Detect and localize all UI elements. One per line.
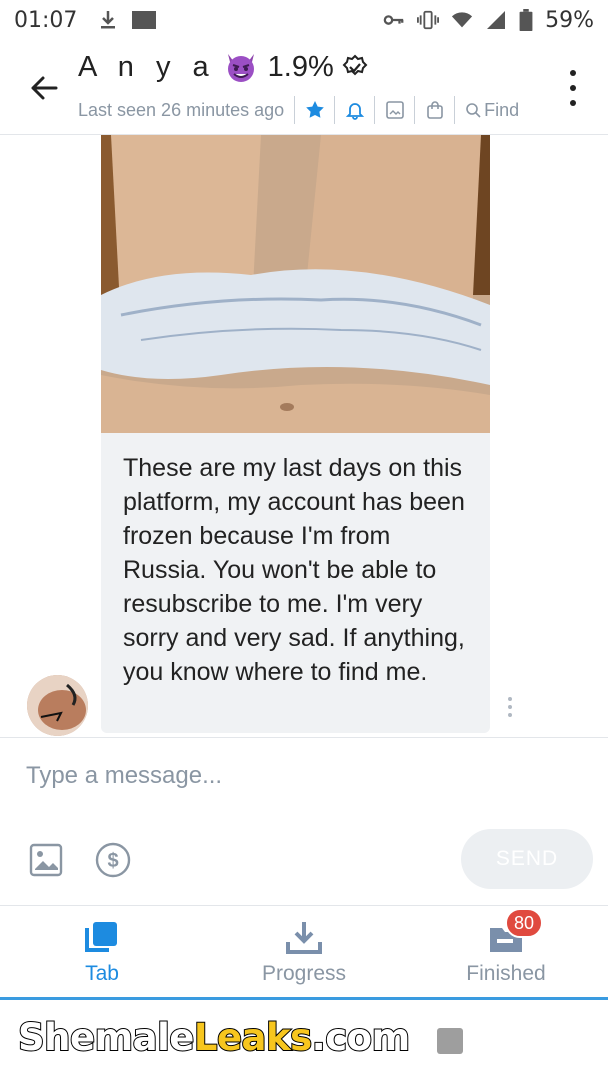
photo-image	[101, 135, 490, 433]
tab-label: Progress	[261, 962, 347, 985]
dot-icon	[570, 100, 576, 106]
folder-icon: 80	[487, 908, 543, 956]
tab-tab[interactable]: Tab	[2, 906, 202, 998]
message-input[interactable]	[26, 752, 566, 800]
vibrate-icon	[417, 10, 440, 30]
tab-label: Finished	[466, 962, 546, 985]
recents-nav-icon[interactable]	[437, 1028, 463, 1054]
purchases-button[interactable]	[414, 96, 454, 124]
message-composer: $ SEND	[0, 737, 608, 905]
chat-area[interactable]: These are my last days on this platform,…	[0, 135, 608, 737]
contact-name[interactable]: A n y a	[78, 51, 216, 84]
bottom-tab-bar: Tab Progress 80 Finished	[0, 905, 608, 1000]
send-button[interactable]: SEND	[461, 829, 593, 889]
notification-status-icon	[132, 11, 157, 29]
favorite-button[interactable]	[294, 96, 334, 124]
verified-badge-icon	[342, 54, 368, 76]
download-icon	[286, 922, 322, 954]
tabs-icon	[85, 922, 117, 952]
signal-icon	[487, 11, 506, 29]
status-bar: 01:07 59%	[0, 0, 608, 40]
percent-label: 1.9%	[267, 50, 334, 83]
tab-label: Tab	[85, 962, 119, 985]
star-icon	[305, 101, 324, 118]
dot-icon	[508, 713, 512, 717]
notifications-button[interactable]	[334, 96, 374, 124]
more-options-button[interactable]	[566, 70, 580, 106]
add-media-icon[interactable]	[28, 842, 64, 878]
download-status-icon	[101, 11, 116, 29]
dot-icon	[570, 85, 576, 91]
battery-level: 59%	[545, 7, 594, 33]
dot-icon	[508, 705, 512, 709]
search-icon	[466, 103, 481, 118]
tab-finished[interactable]: 80 Finished	[406, 906, 606, 998]
smiling-devil-emoji-icon	[227, 54, 254, 82]
finished-count-badge: 80	[505, 908, 543, 938]
message-bubble[interactable]: These are my last days on this platform,…	[101, 433, 490, 733]
battery-icon	[519, 9, 533, 31]
watermark-banner: ShemaleLeaks.com	[0, 1000, 608, 1080]
tab-progress[interactable]: Progress	[204, 906, 404, 998]
last-seen-text: Last seen 26 minutes ago	[78, 99, 285, 120]
key-icon	[383, 15, 404, 25]
dot-icon	[570, 70, 576, 76]
shopping-bag-icon	[426, 101, 443, 119]
chat-header: A n y a 1.9% Last seen 26 minutes ago Fi…	[0, 40, 608, 135]
bell-icon	[345, 103, 364, 120]
tip-dollar-icon[interactable]: $	[94, 841, 132, 879]
find-button[interactable]: Find	[454, 96, 519, 124]
status-time: 01:07	[14, 7, 78, 33]
message-photo[interactable]	[101, 135, 490, 433]
avatar-image	[27, 675, 88, 736]
message-options-button[interactable]	[508, 697, 514, 717]
media-gallery-button[interactable]	[374, 96, 414, 124]
dot-icon	[508, 697, 512, 701]
back-arrow-icon[interactable]	[26, 70, 62, 106]
find-label: Find	[484, 99, 520, 120]
message-text: These are my last days on this platform,…	[123, 454, 465, 686]
avatar[interactable]	[27, 675, 88, 736]
wifi-icon	[452, 12, 473, 28]
image-icon	[385, 101, 404, 119]
watermark-logo: ShemaleLeaks.com	[17, 1015, 411, 1060]
svg-text:$: $	[107, 850, 118, 872]
